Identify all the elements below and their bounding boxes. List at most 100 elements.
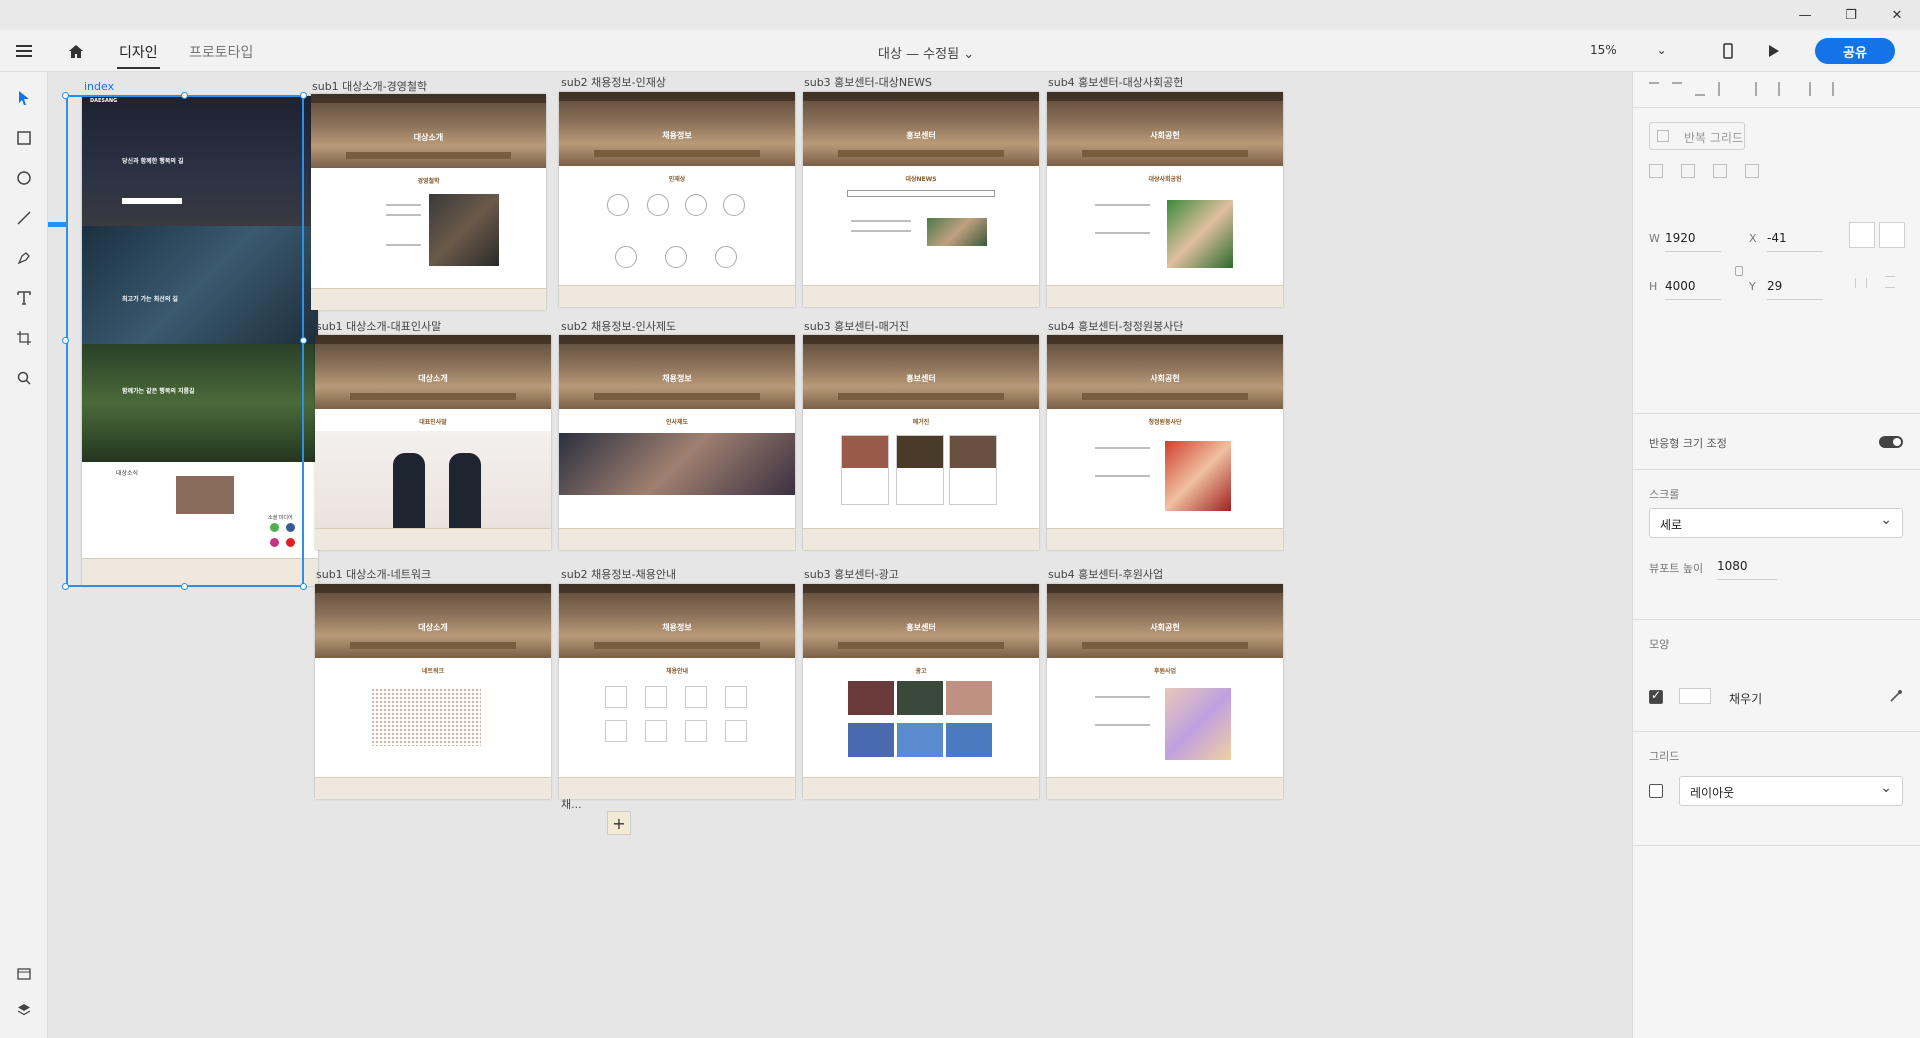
artboard-sub3-news[interactable]: 홍보센터 대상NEWS: [803, 92, 1039, 307]
resize-handle[interactable]: [300, 337, 307, 344]
y-input[interactable]: 29: [1767, 274, 1823, 300]
footer: [1047, 528, 1283, 550]
artboard-label[interactable]: sub4 홍보센터-대상사회공헌: [1048, 74, 1183, 90]
zoom-value: 15%: [1590, 43, 1617, 57]
resize-handle[interactable]: [62, 92, 69, 99]
portrait-icon[interactable]: [1849, 222, 1875, 248]
zoom-tool-icon[interactable]: [12, 366, 36, 390]
rectangle-tool-icon[interactable]: [12, 126, 36, 150]
magazine-card: [949, 435, 997, 505]
x-input[interactable]: -41: [1767, 226, 1823, 252]
hero-title: 채용정보: [662, 131, 692, 140]
share-button[interactable]: 공유: [1815, 38, 1895, 64]
flip-horizontal-icon[interactable]: [1855, 278, 1867, 288]
close-button[interactable]: ✕: [1874, 0, 1920, 30]
artboard-label[interactable]: sub3 홍보센터-광고: [804, 566, 899, 582]
ceo-photo-2: [449, 453, 481, 529]
hamburger-menu-icon[interactable]: [12, 30, 36, 72]
distribute-horizontal-icon[interactable]: [1824, 82, 1834, 96]
talent-circle: [615, 246, 637, 268]
artboard-sub2-recruit[interactable]: 채용정보 채용안내: [559, 584, 795, 799]
resize-handle[interactable]: [300, 583, 307, 590]
artboard-sub3-magazine[interactable]: 홍보센터 매거진: [803, 335, 1039, 550]
grid-type-dropdown[interactable]: 레이아웃: [1679, 776, 1903, 806]
align-center-icon[interactable]: [1778, 82, 1788, 96]
pen-tool-icon[interactable]: [12, 246, 36, 270]
add-artboard-button[interactable]: +: [607, 811, 631, 835]
tab-prototype[interactable]: 프로토타입: [189, 42, 253, 62]
artboard-sub1-network[interactable]: 대상소개 네트워크: [315, 584, 551, 799]
artboard-label-partial[interactable]: 채...: [561, 796, 582, 812]
play-icon[interactable]: [1764, 30, 1784, 72]
footer: [1047, 285, 1283, 307]
select-tool-icon[interactable]: [12, 86, 36, 110]
boolean-subtract-icon[interactable]: [1681, 164, 1695, 178]
minimize-button[interactable]: —: [1782, 0, 1828, 30]
design-canvas[interactable]: index DAESANG 당신과 함께한 행복의 길 최고가 가는 최선의 길…: [48, 72, 1632, 1038]
resize-handle[interactable]: [62, 337, 69, 344]
resize-handle[interactable]: [62, 583, 69, 590]
resize-handle[interactable]: [300, 92, 307, 99]
responsive-toggle[interactable]: [1879, 436, 1903, 448]
artboard-label[interactable]: sub2 채용정보-인사제도: [561, 318, 676, 334]
grid-checkbox[interactable]: [1649, 784, 1663, 798]
artboard-label[interactable]: sub4 홍보센터-후원사업: [1048, 566, 1163, 582]
artboard-tool-icon[interactable]: [12, 326, 36, 350]
artboard-label[interactable]: sub4 홍보센터-청정원봉사단: [1048, 318, 1183, 334]
zoom-level[interactable]: 15% ⌄: [1590, 43, 1667, 57]
talent-circle: [723, 194, 745, 216]
home-icon[interactable]: [64, 30, 88, 72]
artboard-label-index[interactable]: index: [84, 80, 114, 93]
tab-design[interactable]: 디자인: [117, 42, 160, 69]
align-right-icon[interactable]: [1801, 82, 1811, 96]
ellipse-tool-icon[interactable]: [12, 166, 36, 190]
flip-vertical-icon[interactable]: [1885, 276, 1895, 288]
align-top-icon[interactable]: [1649, 82, 1659, 96]
fill-color-swatch[interactable]: [1679, 688, 1711, 704]
resize-handle[interactable]: [181, 92, 188, 99]
text-tool-icon[interactable]: [12, 286, 36, 310]
landscape-icon[interactable]: [1879, 222, 1905, 248]
artboard-sub4-volunteer[interactable]: 사회공헌 청정원봉사단: [1047, 335, 1283, 550]
artboard-label[interactable]: sub1 대상소개-네트워크: [316, 566, 431, 582]
line-tool-icon[interactable]: [12, 206, 36, 230]
artboard-sub4-sponsorship[interactable]: 사회공헌 후원사업: [1047, 584, 1283, 799]
height-input[interactable]: 4000: [1665, 274, 1721, 300]
artboard-sub2-hr-system[interactable]: 채용정보 인사제도: [559, 335, 795, 550]
align-bottom-icon[interactable]: [1695, 82, 1705, 96]
y-label: Y: [1749, 280, 1756, 293]
section-title: 채용안내: [665, 668, 689, 675]
ad-thumbnail: [897, 723, 943, 757]
eyedropper-icon[interactable]: [1889, 688, 1903, 702]
boolean-add-icon[interactable]: [1649, 164, 1663, 178]
assets-icon[interactable]: [12, 962, 36, 986]
maximize-button[interactable]: ❐: [1828, 0, 1874, 30]
artboard-label[interactable]: sub1 대상소개-경영철학: [312, 78, 427, 94]
artboard-label[interactable]: sub2 채용정보-채용안내: [561, 566, 676, 582]
document-title[interactable]: 대상 — 수정됨 ⌄: [878, 43, 974, 62]
artboard-label[interactable]: sub2 채용정보-인재상: [561, 74, 666, 90]
align-left-icon[interactable]: [1755, 82, 1765, 96]
artboard-label[interactable]: sub3 홍보센터-대상NEWS: [804, 74, 932, 90]
artboard-label[interactable]: sub3 홍보센터-매거진: [804, 318, 909, 334]
fill-checkbox[interactable]: [1649, 688, 1663, 704]
hero-title: 사회공헌: [1150, 374, 1180, 383]
artboard-label[interactable]: sub1 대상소개-대표인사말: [316, 318, 441, 334]
artboard-sub2-talent[interactable]: 채용정보 인재상: [559, 92, 795, 307]
boolean-exclude-icon[interactable]: [1745, 164, 1759, 178]
resize-handle[interactable]: [181, 583, 188, 590]
layers-icon[interactable]: [12, 998, 36, 1022]
viewport-height-input[interactable]: 1080: [1717, 554, 1777, 580]
lock-ratio-icon[interactable]: [1735, 266, 1743, 276]
recruit-card: [685, 720, 707, 742]
align-middle-icon[interactable]: [1672, 82, 1682, 96]
artboard-sub4-contribution[interactable]: 사회공헌 대상사회공헌: [1047, 92, 1283, 307]
device-preview-icon[interactable]: [1718, 30, 1738, 72]
artboard-sub1-philosophy[interactable]: 대상소개 경영철학: [311, 94, 546, 310]
boolean-intersect-icon[interactable]: [1713, 164, 1727, 178]
width-input[interactable]: 1920: [1665, 226, 1721, 252]
scroll-dropdown[interactable]: 세로: [1649, 508, 1903, 538]
artboard-sub3-ads[interactable]: 홍보센터 광고: [803, 584, 1039, 799]
artboard-sub1-ceo[interactable]: 대상소개 대표인사말: [315, 335, 551, 550]
distribute-vertical-icon[interactable]: [1718, 82, 1728, 96]
